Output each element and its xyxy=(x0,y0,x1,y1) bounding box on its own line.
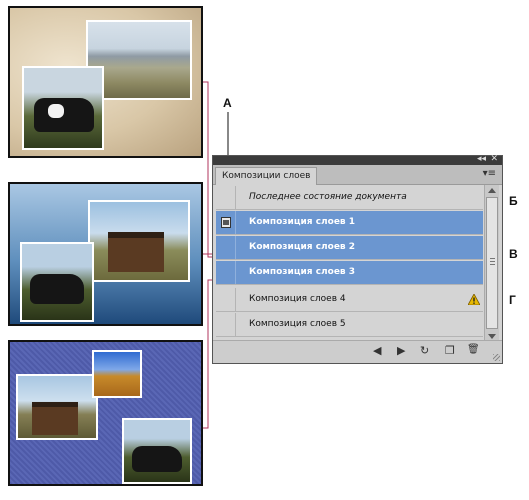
thumbnail-composition-1 xyxy=(8,6,203,158)
barn-shape xyxy=(32,402,78,435)
row-label: Последнее состояние документа xyxy=(249,192,407,202)
delete-comp-icon[interactable]: 🗑 xyxy=(467,344,480,355)
row-label: Композиция слоев 1 xyxy=(249,217,356,227)
update-comp-icon[interactable]: ↻ xyxy=(420,344,429,357)
barn-shape xyxy=(108,232,164,272)
panel-scrollbar[interactable] xyxy=(484,185,499,343)
previous-comp-icon[interactable]: ◀ xyxy=(373,344,381,357)
row-layer-comp-1[interactable]: Композиция слоев 1 xyxy=(216,211,483,235)
scroll-down-arrow[interactable] xyxy=(488,334,496,339)
next-comp-icon[interactable]: ▶ xyxy=(397,344,405,357)
row-label: Композиция слоев 4 xyxy=(249,294,346,304)
cow-shape xyxy=(34,98,94,132)
thumbnail-composition-2 xyxy=(8,182,203,326)
panel-titlebar: ◂◂ ✕ xyxy=(213,154,502,165)
callout-g: Г xyxy=(509,293,516,307)
panel-tabbar: Композиции слоев ▾≡ xyxy=(213,165,502,185)
close-icon[interactable]: ✕ xyxy=(490,154,498,164)
visibility-cell[interactable] xyxy=(216,313,236,336)
photo-hay-field xyxy=(92,350,142,398)
callout-b: Б xyxy=(509,194,518,208)
row-last-document-state[interactable]: Последнее состояние документа xyxy=(216,186,483,210)
cow-shape xyxy=(132,446,182,472)
photo-cows xyxy=(20,242,94,322)
visibility-cell[interactable] xyxy=(216,261,236,284)
row-label: Композиция слоев 2 xyxy=(249,242,356,252)
collapse-icon[interactable]: ◂◂ xyxy=(477,154,486,164)
cow-shape xyxy=(30,274,84,304)
callout-a: A xyxy=(223,96,232,110)
photo-barn xyxy=(88,200,190,282)
row-layer-comp-2[interactable]: Композиция слоев 2 xyxy=(216,236,483,260)
visibility-cell[interactable] xyxy=(216,236,236,259)
photo-barn xyxy=(16,374,98,440)
resize-grip-icon[interactable] xyxy=(493,354,500,361)
row-layer-comp-5[interactable]: Композиция слоев 5 xyxy=(216,313,483,337)
panel-menu-icon[interactable]: ▾≡ xyxy=(483,168,496,179)
thumbnail-composition-3 xyxy=(8,340,203,486)
scroll-up-arrow[interactable] xyxy=(488,188,496,193)
callout-v: В xyxy=(509,247,518,261)
visibility-cell[interactable] xyxy=(216,186,236,209)
visibility-cell[interactable] xyxy=(216,211,236,234)
row-label: Композиция слоев 5 xyxy=(249,319,346,329)
scroll-thumb[interactable] xyxy=(486,197,498,329)
warning-icon[interactable] xyxy=(468,294,480,305)
layer-comps-panel: ◂◂ ✕ Композиции слоев ▾≡ Последнее состо… xyxy=(212,154,503,364)
panel-footer: ◀ ▶ ↻ ❐ 🗑 xyxy=(213,340,502,363)
row-label: Композиция слоев 3 xyxy=(249,267,356,277)
photo-cows xyxy=(122,418,192,484)
row-layer-comp-3[interactable]: Композиция слоев 3 xyxy=(216,261,483,285)
applied-comp-icon xyxy=(221,217,231,228)
photo-cows xyxy=(22,66,104,150)
cow-patch xyxy=(48,104,64,118)
new-comp-icon[interactable]: ❐ xyxy=(445,344,455,357)
row-layer-comp-4[interactable]: Композиция слоев 4 xyxy=(216,288,483,312)
tab-layer-comps[interactable]: Композиции слоев xyxy=(215,167,318,185)
visibility-cell[interactable] xyxy=(216,288,236,311)
